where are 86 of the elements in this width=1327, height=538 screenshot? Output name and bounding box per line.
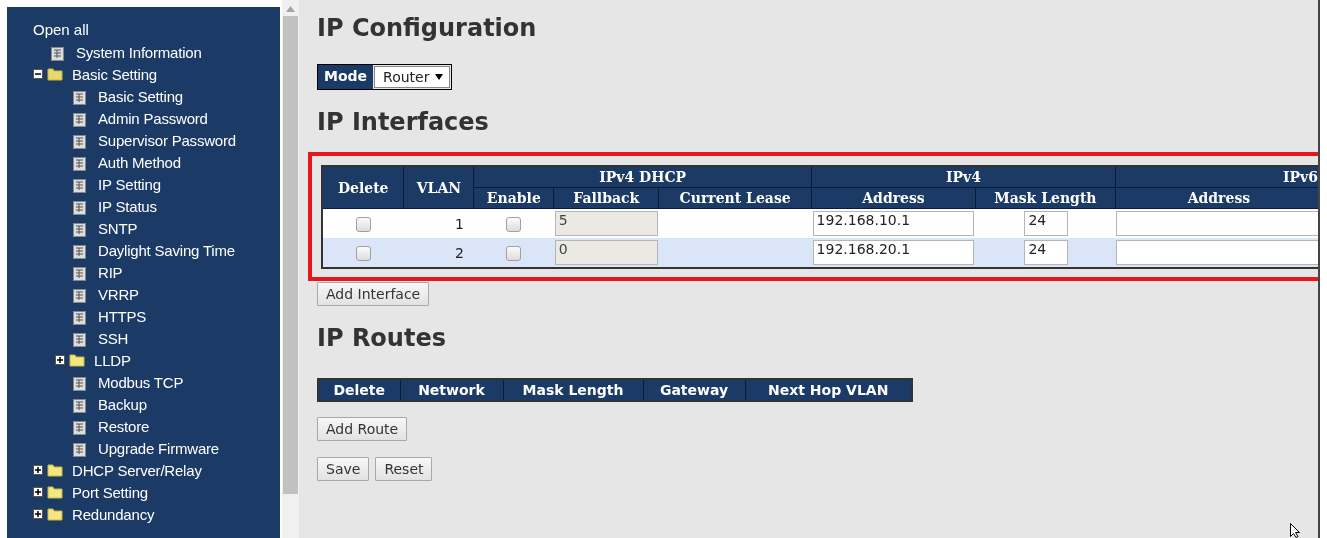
checkbox[interactable]	[355, 216, 371, 232]
page-icon	[73, 91, 87, 105]
tree-item[interactable]: LLDP	[94, 351, 131, 369]
expand-icon[interactable]	[33, 465, 43, 475]
tree-item[interactable]: VRRP	[98, 285, 139, 303]
column-group-header: IPv4 DHCP	[473, 166, 812, 188]
page-icon	[73, 179, 87, 193]
section-title: IP Interfaces	[317, 108, 490, 136]
section-title: IP Routes	[317, 324, 447, 352]
tree-item[interactable]: Restore	[98, 417, 150, 435]
folder-icon	[47, 462, 63, 478]
expand-icon[interactable]	[33, 487, 43, 497]
page-icon	[73, 135, 87, 149]
cursor-icon	[1290, 523, 1302, 538]
form-button[interactable]: Save	[317, 457, 370, 481]
folder-icon	[47, 506, 63, 522]
page-title: IP Configuration	[317, 14, 538, 42]
column-header: Network	[400, 379, 503, 401]
page-icon	[51, 47, 65, 61]
checkbox[interactable]	[506, 245, 522, 261]
page-icon	[73, 421, 87, 435]
page-icon	[73, 267, 87, 281]
collapse-icon[interactable]	[33, 69, 43, 79]
tree-item[interactable]: HTTPS	[98, 307, 147, 325]
mode-label: Mode	[318, 65, 374, 89]
page-icon	[73, 289, 87, 303]
page-icon	[73, 245, 87, 259]
page-icon	[73, 377, 87, 391]
tree-item[interactable]: Auth Method	[98, 153, 181, 171]
add-interface-button[interactable]: Add Interface	[317, 282, 430, 306]
page-icon	[73, 113, 87, 127]
page-icon	[73, 443, 87, 457]
tree-item[interactable]: IP Status	[98, 197, 157, 215]
tree-item[interactable]: Daylight Saving Time	[98, 241, 235, 259]
column-header: Next Hop VLAN	[745, 379, 912, 401]
vlan-number: 1	[454, 215, 464, 232]
page-icon	[73, 157, 87, 171]
input-field[interactable]: 24	[1024, 240, 1069, 265]
page-icon	[73, 333, 87, 347]
folder-icon	[69, 352, 85, 368]
tree-item[interactable]: DHCP Server/Relay	[72, 461, 202, 479]
tree-item[interactable]: SNTP	[98, 219, 138, 237]
expand-icon[interactable]	[33, 509, 43, 519]
mode-dropdown[interactable]: Router	[374, 66, 451, 88]
tree-item[interactable]: Supervisor Password	[98, 131, 236, 149]
checkbox[interactable]	[355, 245, 371, 261]
tree-item[interactable]: Redundancy	[72, 505, 155, 523]
page-icon	[73, 311, 87, 325]
tree-item[interactable]: Port Setting	[72, 483, 148, 501]
folder-icon	[47, 484, 63, 500]
checkbox[interactable]	[506, 216, 522, 232]
page-icon	[73, 201, 87, 215]
tree-item[interactable]: RIP	[98, 263, 123, 281]
tree-item[interactable]: Basic Setting	[72, 65, 157, 83]
scroll-up-icon[interactable]	[286, 6, 295, 12]
tree-item[interactable]: Basic Setting	[98, 87, 183, 105]
column-header: Delete	[322, 166, 404, 209]
tree-item[interactable]: Admin Password	[98, 109, 208, 127]
tree-item[interactable]: Modbus TCP	[98, 373, 184, 391]
input-field[interactable]: 192.168.10.1	[812, 211, 975, 236]
tree-item[interactable]: System Information	[76, 43, 202, 61]
input-field[interactable]: 192.168.20.1	[812, 240, 975, 265]
column-header: Gateway	[643, 379, 745, 401]
input-field[interactable]	[1116, 240, 1318, 265]
scrollbar[interactable]	[282, 0, 299, 538]
input-field[interactable]	[1116, 211, 1318, 236]
input-field[interactable]: 24	[1024, 211, 1069, 236]
column-header: Mask Length	[503, 379, 643, 401]
page-icon	[73, 399, 87, 413]
column-header: VLAN	[403, 166, 474, 209]
scrollbar-thumb[interactable]	[283, 16, 298, 494]
tree-item[interactable]: SSH	[98, 329, 129, 347]
tree-item[interactable]: Backup	[98, 395, 147, 413]
vlan-number: 2	[454, 244, 464, 261]
tree-item[interactable]: IP Setting	[98, 175, 161, 193]
folder-icon	[47, 66, 63, 82]
caret-icon	[435, 74, 444, 80]
page-icon	[73, 223, 87, 237]
column-header: Delete	[318, 379, 400, 401]
expand-icon[interactable]	[55, 355, 65, 365]
column-group-header: IPv6	[1115, 166, 1318, 188]
open-all-link[interactable]: Open all	[33, 19, 89, 41]
column-group-header: IPv4	[811, 166, 1116, 188]
add-route-button[interactable]: Add Route	[317, 417, 408, 441]
form-button[interactable]: Reset	[375, 457, 433, 481]
tree-item[interactable]: Upgrade Firmware	[98, 439, 219, 457]
